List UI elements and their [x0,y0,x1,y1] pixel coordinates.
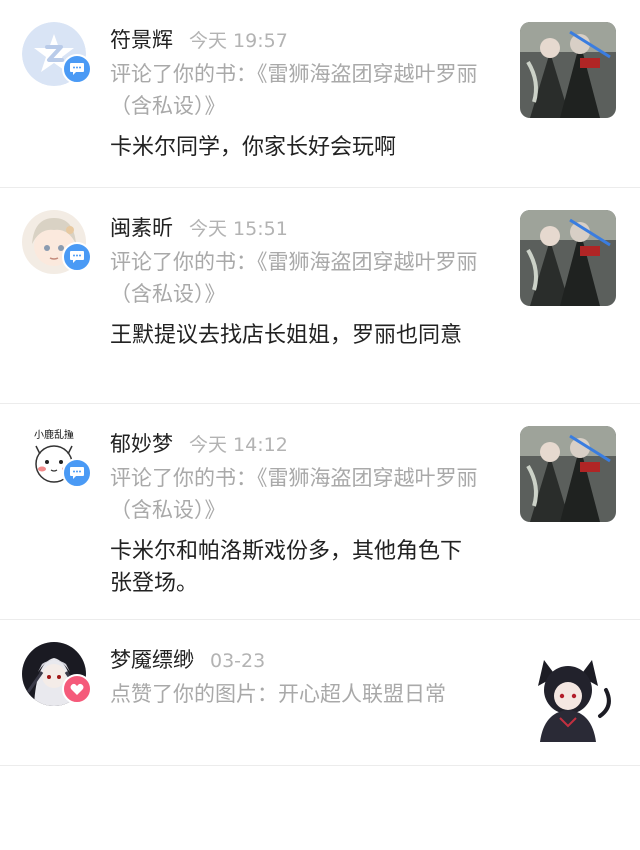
name-row: 符景辉 今天 19:57 [110,24,490,54]
notification-content: 梦魇缥缈 03-23 点赞了你的图片：开心超人联盟日常 [110,644,490,710]
action-text[interactable]: 评论了你的书：《雷狮海盗团穿越叶罗丽（含私设）》 [110,246,480,310]
comment-icon [70,467,84,479]
timestamp: 今天 14:12 [189,434,288,456]
notification-list: 符景辉 今天 19:57 评论了你的书：《雷狮海盗团穿越叶罗丽（含私设）》 卡米… [0,0,640,766]
timestamp: 今天 15:51 [189,218,288,240]
avatar-wrap: 小鹿乱撞 [22,426,92,490]
avatar-wrap [22,642,92,706]
book-cover-image [520,426,616,522]
user-name[interactable]: 梦魇缥缈 [110,644,194,674]
notification-item[interactable]: 符景辉 今天 19:57 评论了你的书：《雷狮海盗团穿越叶罗丽（含私设）》 卡米… [0,0,640,188]
avatar-wrap [22,210,92,274]
user-name[interactable]: 符景辉 [110,24,173,54]
book-cover-image [520,22,616,118]
action-text[interactable]: 点赞了你的图片：开心超人联盟日常 [110,678,480,710]
comment-text: 王默提议去找店长姐姐，罗丽也同意 [110,323,463,348]
name-row: 梦魇缥缈 03-23 [110,644,490,674]
timestamp: 今天 19:57 [189,30,288,52]
image-thumbnail[interactable] [520,646,616,742]
comment-badge [62,54,92,84]
book-cover-thumbnail[interactable] [520,426,616,522]
user-name[interactable]: 郁妙梦 [110,428,173,458]
name-row: 郁妙梦 今天 14:12 [110,428,490,458]
book-cover-thumbnail[interactable] [520,210,616,306]
notification-content: 符景辉 今天 19:57 评论了你的书：《雷狮海盗团穿越叶罗丽（含私设）》 卡米… [110,24,490,164]
comment-badge [62,458,92,488]
comment-text: 卡米尔和帕洛斯戏份多，其他角色下张登场。 [110,539,463,596]
notification-content: 郁妙梦 今天 14:12 评论了你的书：《雷狮海盗团穿越叶罗丽（含私设）》 卡米… [110,428,490,600]
timestamp: 03-23 [210,650,266,672]
avatar-wrap [22,22,92,86]
svg-text:小鹿乱撞: 小鹿乱撞 [34,428,74,441]
comment-icon [70,251,84,263]
comment-text: 卡米尔同学，你家长好会玩啊 [110,135,397,160]
heart-icon [70,683,84,695]
comment-icon [70,63,84,75]
notification-item[interactable]: 小鹿乱撞 郁妙梦 今天 14:12 评论了你的书：《雷狮海盗团穿越叶罗丽（含私设… [0,404,640,620]
like-badge [62,674,92,704]
book-cover-image [520,210,616,306]
user-name[interactable]: 闽素昕 [110,212,173,242]
book-cover-thumbnail[interactable] [520,22,616,118]
action-text[interactable]: 评论了你的书：《雷狮海盗团穿越叶罗丽（含私设）》 [110,462,480,526]
comment-badge [62,242,92,272]
notification-content: 闽素昕 今天 15:51 评论了你的书：《雷狮海盗团穿越叶罗丽（含私设）》 王默… [110,212,490,352]
action-text[interactable]: 评论了你的书：《雷狮海盗团穿越叶罗丽（含私设）》 [110,58,480,122]
liked-image [520,646,616,742]
notification-item[interactable]: 梦魇缥缈 03-23 点赞了你的图片：开心超人联盟日常 [0,620,640,766]
notification-item[interactable]: 闽素昕 今天 15:51 评论了你的书：《雷狮海盗团穿越叶罗丽（含私设）》 王默… [0,188,640,404]
name-row: 闽素昕 今天 15:51 [110,212,490,242]
